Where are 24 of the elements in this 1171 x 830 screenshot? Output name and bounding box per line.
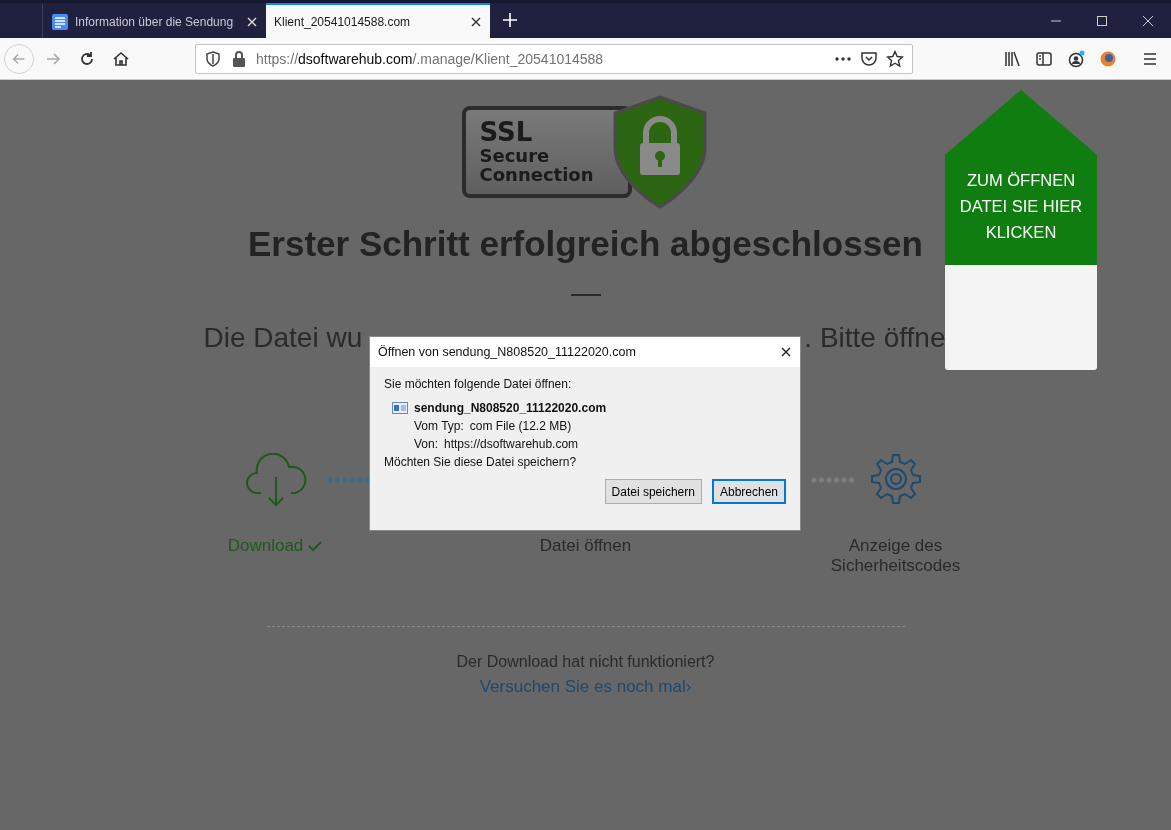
panel-text: ZUM ÖFFNEN DATEI SIE HIER KLICKEN [958, 170, 1084, 243]
dialog-button[interactable]: Datei speichern [604, 479, 702, 504]
step-label: Datei öffnen [538, 536, 633, 556]
detail-value: com File (12.2 MB) [469, 419, 572, 433]
badge-text: Secure [479, 146, 551, 166]
browser-tab[interactable]: Klient_20541014588.com [266, 3, 490, 38]
dialog-prompt: Sie möchten folgende Datei öffnen: [384, 377, 573, 391]
dialog-title: Öffnen von sendung_N808520_11122020.com [378, 345, 636, 359]
subtitle-text: . Bitte öffne [804, 322, 946, 354]
url-text: https://dsoftwarehub.com/.manage/Klient_20541014588 [256, 50, 605, 67]
detail-label: Von: [414, 437, 439, 451]
file-name: sendung_N808520_11122020.com [414, 401, 607, 415]
badge-text: SSL [479, 119, 534, 147]
dialog-question: Möchten Sie diese Datei speichern? [384, 455, 578, 469]
step-label: Download [200, 536, 351, 556]
address-bar[interactable]: https://dsoftwarehub.com/.manage/Klient_20541014588 [195, 43, 913, 74]
step-label: Anzeige des Sicherheitscodes [829, 536, 962, 576]
detail-label: Vom Typ: [414, 419, 464, 433]
retry-question: Der Download hat nicht funktioniert? [456, 653, 715, 671]
detail-value: https://dsoftwarehub.com [444, 437, 579, 451]
badge-text: Connection [479, 165, 595, 185]
subtitle-text: Die Datei wu [203, 322, 363, 354]
page-heading: Erster Schritt erfolgreich abgeschlossen [248, 224, 923, 264]
dialog-button[interactable]: Abbrechen [711, 479, 786, 504]
